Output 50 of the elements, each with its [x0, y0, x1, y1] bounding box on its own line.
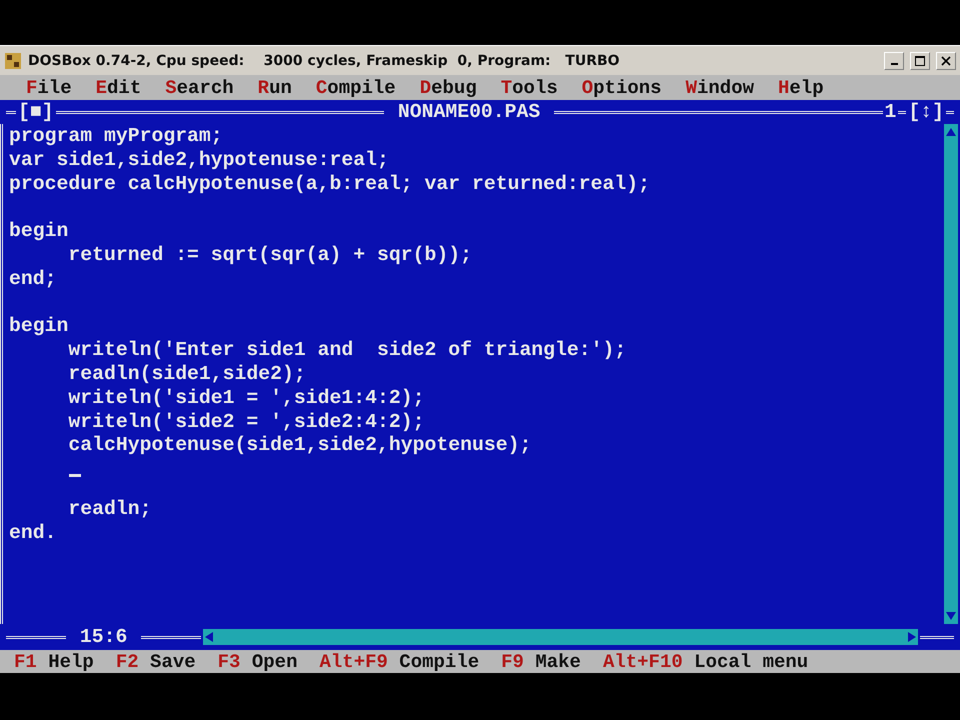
code-line: writeln('Enter side1 and side2 of triangle:'); [67, 339, 628, 363]
code-line: begin [9, 220, 70, 244]
menu-item[interactable]: File [26, 76, 72, 98]
code-line: program myProgram; [9, 125, 224, 149]
maximize-icon [915, 56, 925, 66]
code-line: var side1,side2,hypotenuse:real; [9, 148, 390, 173]
menu-item[interactable]: Debug [420, 76, 477, 98]
horizontal-scrollbar[interactable] [203, 629, 918, 645]
window-title: DOSBox 0.74-2, Cpu speed: 3000 cycles, Frameskip 0, Program: TURBO [28, 52, 621, 68]
menu-item[interactable]: Edit [96, 76, 142, 98]
shortcut-hint[interactable]: Alt+F10 Local menu [602, 650, 808, 672]
scroll-up-icon[interactable] [946, 128, 956, 136]
code-line: procedure calcHypotenuse(a,b:real; var returned:real); [9, 172, 652, 196]
minimize-icon [890, 63, 898, 65]
shortcut-hint[interactable]: F2 Save [116, 650, 196, 672]
menu-item[interactable]: Search [165, 76, 234, 98]
minimize-button[interactable] [884, 52, 904, 70]
close-icon [941, 56, 951, 66]
code-line: readln(side1,side2); [67, 362, 307, 387]
code-line: calcHypotenuse(side1,side2,hypotenuse); [67, 434, 532, 458]
menu-item[interactable]: Run [258, 76, 292, 98]
scroll-left-icon[interactable] [205, 632, 214, 642]
code-line: writeln('side2 = ',side2:4:2); [67, 410, 426, 434]
scroll-right-icon[interactable] [908, 632, 916, 642]
code-line: writeln('side1 = ',side1:4:2); [67, 386, 426, 411]
menu-item[interactable]: Options [582, 76, 662, 98]
code-line: end; [9, 268, 58, 292]
code-line: readln; [67, 498, 152, 522]
menu-item[interactable]: Help [778, 76, 824, 98]
shortcut-hint[interactable]: F1 Help [14, 650, 94, 672]
cursor-position: 15:6 [78, 626, 128, 648]
file-title: NONAME00.PAS [396, 101, 542, 123]
menu-item[interactable]: Compile [316, 76, 396, 98]
code-line: end. [9, 522, 58, 546]
scroll-down-icon[interactable] [946, 612, 956, 620]
code-line: begin [9, 315, 70, 340]
maximize-button[interactable] [910, 52, 930, 70]
app-icon [4, 52, 22, 70]
window-number: 1 [884, 101, 896, 123]
zoom-box[interactable]: [↕] [908, 101, 944, 123]
vertical-scrollbar[interactable] [944, 124, 958, 624]
code-line: returned := sqrt(sqr(a) + sqr(b)); [67, 244, 473, 268]
close-box[interactable]: [■] [18, 101, 54, 123]
menu-item[interactable]: Tools [500, 76, 558, 98]
close-button[interactable] [936, 52, 956, 70]
text-cursor [69, 474, 81, 478]
shortcut-hint[interactable]: F9 Make [501, 650, 581, 672]
shortcut-hint[interactable]: F3 Open [218, 650, 298, 672]
menu-item[interactable]: Window [686, 76, 754, 98]
shortcut-hint[interactable]: Alt+F9 Compile [319, 650, 480, 672]
